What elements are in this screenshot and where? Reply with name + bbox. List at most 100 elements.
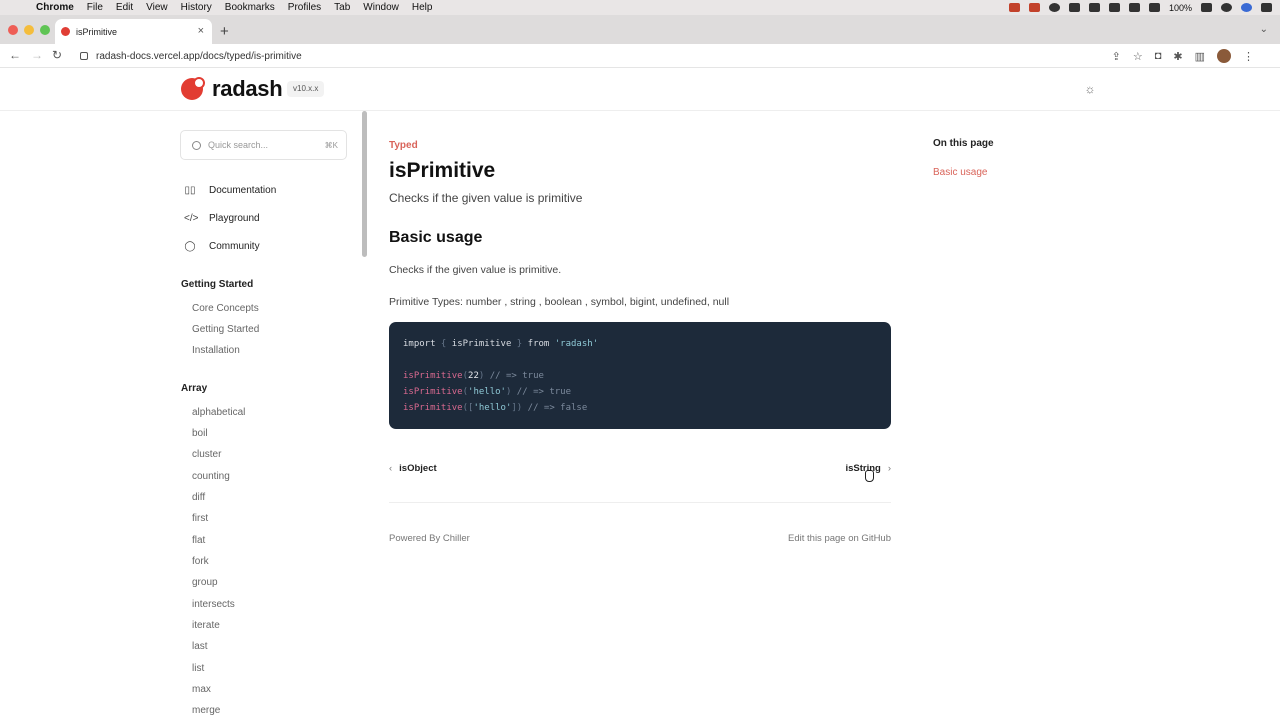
toc-link-basic-usage[interactable]: Basic usage [933,167,987,178]
menu-profiles[interactable]: Profiles [288,2,321,13]
tab-search-icon[interactable]: ⌄ [1260,24,1268,35]
kebab-menu-icon[interactable]: ⋮ [1243,50,1254,63]
code-line-import: import { isPrimitive } from 'radash' [403,336,877,352]
status-circle-icon[interactable] [1048,3,1060,12]
toc-title: On this page [933,138,994,149]
sidebar-item-core-concepts[interactable]: Core Concepts [192,303,259,314]
menu-window[interactable]: Window [363,2,399,13]
page-description: Checks if the given value is primitive [389,191,583,205]
version-badge: v10.x.x [287,81,325,97]
sidebar-link-documentation[interactable]: ▯▯ Documentation [184,185,276,196]
edit-on-github-link[interactable]: Edit this page on GitHub [788,533,891,544]
chevron-icon[interactable] [1088,3,1100,12]
code-token: // => true [511,387,571,397]
book-icon: ▯▯ [184,185,196,196]
code-token: isPrimitive [451,339,512,349]
sidepanel-icon[interactable]: ▥ [1195,50,1205,63]
reload-icon[interactable]: ↻ [52,48,62,62]
tab-close-icon[interactable]: × [198,25,204,37]
prev-page-link[interactable]: ‹ isObject [389,463,437,474]
tab-title: isPrimitive [76,26,118,37]
code-token: isPrimitive [403,371,463,381]
sidebar-item-iterate[interactable]: iterate [192,620,220,631]
camera-icon[interactable]: ◘ [1155,50,1162,62]
sidebar-item-merge[interactable]: merge [192,705,220,716]
hand-cursor-icon [865,470,874,482]
section-title-getting-started: Getting Started [181,279,254,290]
code-line-array: isPrimitive(['hello']) // => false [403,400,877,416]
lock-icon[interactable] [80,52,88,60]
toolbar-actions: ⇪ ☆ ◘ ✱ ▥ ⋮ [1112,49,1254,63]
minimize-window-button[interactable] [24,25,34,35]
sidebar-item-first[interactable]: first [192,513,208,524]
search-shortcut: ⌘K [324,140,338,150]
share-icon[interactable]: ⇪ [1112,50,1121,63]
menu-history[interactable]: History [181,2,212,13]
sidebar-item-list[interactable]: list [192,663,204,674]
siri-icon[interactable] [1241,3,1252,12]
sidebar-item-getting-started[interactable]: Getting Started [192,324,259,335]
volume-icon[interactable] [1148,3,1160,12]
search-placeholder: Quick search... [208,140,269,150]
sidebar-item-intersects[interactable]: intersects [192,599,235,610]
close-window-button[interactable] [8,25,18,35]
sidebar-item-fork[interactable]: fork [192,556,209,567]
sidebar-link-playground[interactable]: </> Playground [184,213,260,224]
code-token: 'radash' [549,339,599,349]
tab-is-primitive[interactable]: isPrimitive × [55,19,212,44]
new-tab-button[interactable]: + [220,23,229,40]
wifi-icon[interactable] [1108,3,1120,12]
section-heading-basic-usage: Basic usage [389,229,483,246]
tab-strip: isPrimitive × + ⌄ [0,15,1280,44]
back-icon[interactable]: ← [9,48,21,62]
menu-tab[interactable]: Tab [334,2,350,13]
menu-app[interactable]: Chrome [36,2,74,13]
code-token: import [403,339,436,349]
menu-help[interactable]: Help [412,2,433,13]
control-center-icon[interactable] [1261,3,1272,12]
search-icon[interactable] [1221,3,1232,12]
sidebar-item-flat[interactable]: flat [192,535,205,546]
code-token: } [511,339,528,349]
status-vlc-icon[interactable] [1028,3,1040,12]
category-label: Typed [389,140,418,151]
sidebar-item-group[interactable]: group [192,577,218,588]
sidebar-item-diff[interactable]: diff [192,492,205,503]
sidebar-item-counting[interactable]: counting [192,471,230,482]
sidebar-item-alphabetical[interactable]: alphabetical [192,407,245,418]
url-text[interactable]: radash-docs.vercel.app/docs/typed/is-pri… [96,51,302,62]
cloud-icon[interactable] [1068,3,1080,12]
menu-file[interactable]: File [87,2,103,13]
sidebar-item-cluster[interactable]: cluster [192,449,221,460]
sidebar-item-boil[interactable]: boil [192,428,208,439]
profile-avatar[interactable] [1217,49,1231,63]
window-controls [8,25,50,35]
chevron-left-icon: ‹ [389,463,393,474]
battery-icon[interactable] [1201,3,1212,12]
sidebar-item-max[interactable]: max [192,684,211,695]
theme-toggle-sun-icon[interactable]: ☼ [1083,82,1097,96]
chat-icon: ◯ [184,241,196,252]
code-line-string: isPrimitive('hello') // => true [403,384,877,400]
sidebar-link-community[interactable]: ◯ Community [184,241,259,252]
extensions-icon[interactable]: ✱ [1173,50,1182,63]
search-icon [192,140,201,150]
logo-text[interactable]: radash [212,76,283,102]
site-header: radash v10.x.x ☼ [0,68,1280,111]
status-app-icon[interactable] [1008,3,1020,12]
sidebar-item-installation[interactable]: Installation [192,345,240,356]
menu-edit[interactable]: Edit [116,2,133,13]
display-icon[interactable] [1128,3,1140,12]
page-title: isPrimitive [389,159,496,182]
menu-bookmarks[interactable]: Bookmarks [225,2,275,13]
search-input[interactable]: Quick search... ⌘K [180,130,347,160]
bookmark-star-icon[interactable]: ☆ [1133,50,1143,63]
radash-logo-icon[interactable] [181,77,205,100]
sidebar-item-last[interactable]: last [192,641,208,652]
battery-percent: 100% [1168,2,1192,13]
forward-icon[interactable]: → [31,48,43,62]
address-bar[interactable]: radash-docs.vercel.app/docs/typed/is-pri… [72,46,1262,66]
menu-view[interactable]: View [146,2,168,13]
powered-by-link[interactable]: Powered By Chiller [389,533,470,544]
zoom-window-button[interactable] [40,25,50,35]
